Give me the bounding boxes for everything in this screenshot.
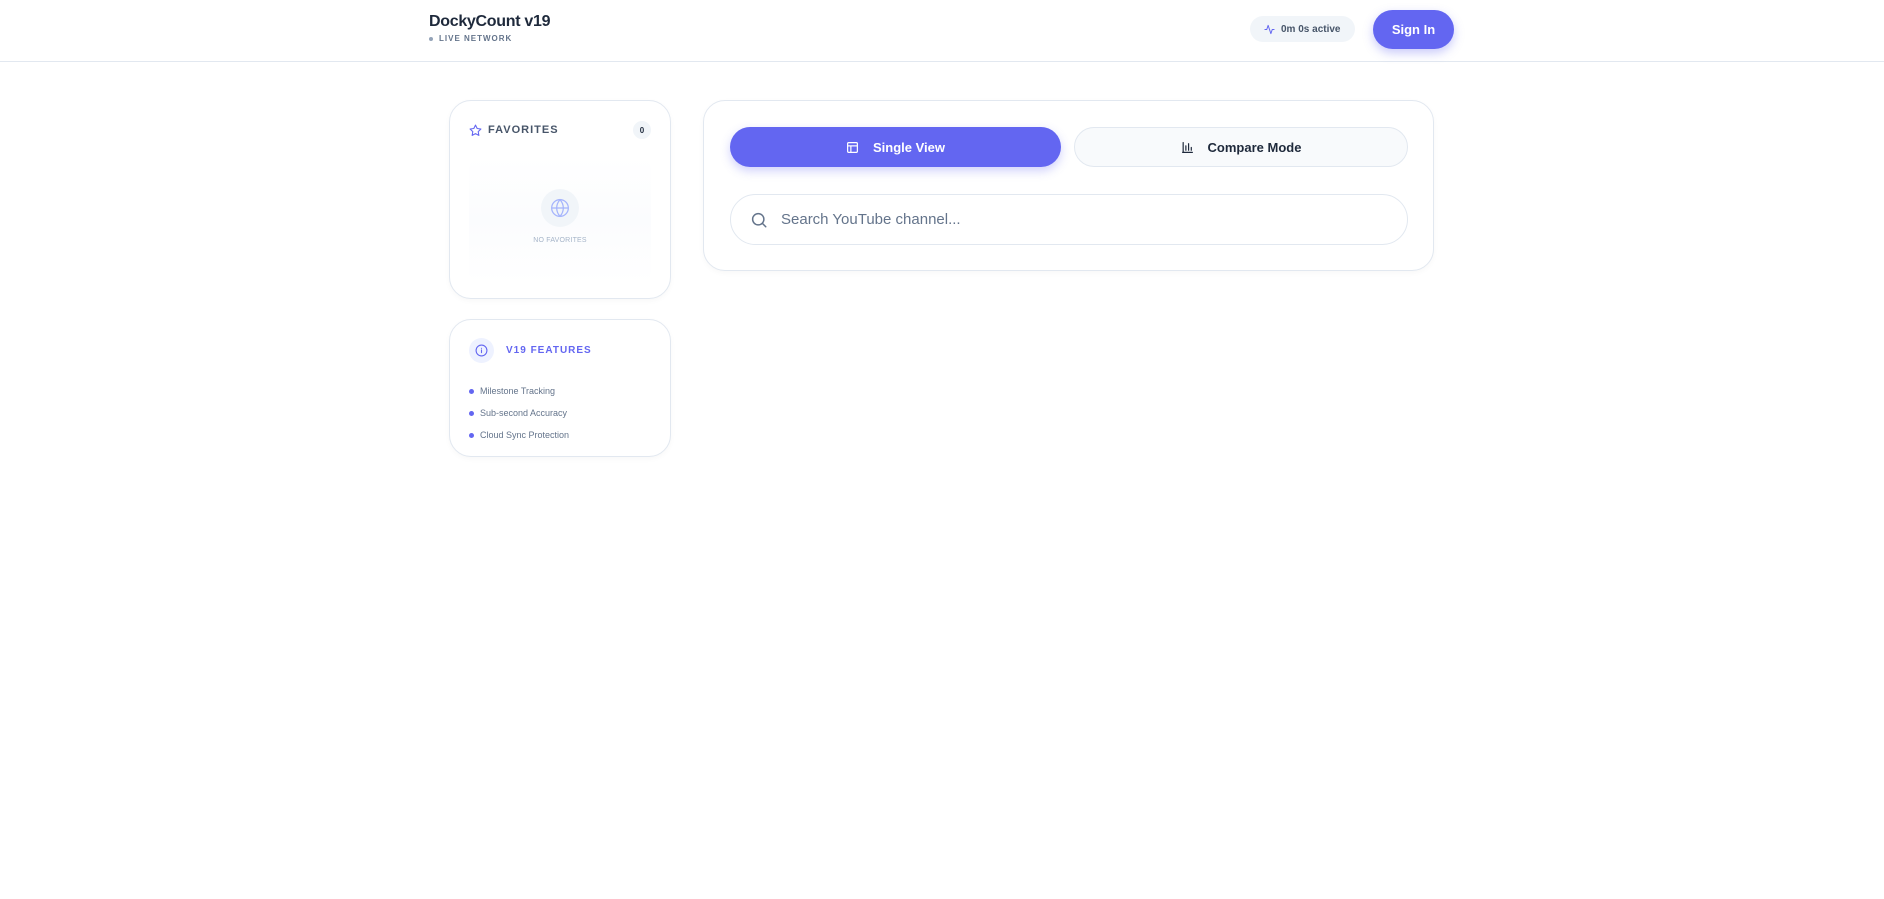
brand-subtitle: LIVE NETWORK [429, 34, 550, 43]
compare-mode-button[interactable]: Compare Mode [1074, 127, 1408, 167]
search-input[interactable] [781, 211, 1381, 228]
feature-item: Sub-second Accuracy [469, 402, 569, 424]
features-header: V19 FEATURES [469, 338, 592, 363]
star-icon [469, 124, 482, 136]
brand-subtitle-label: LIVE NETWORK [439, 34, 513, 43]
globe-icon [551, 198, 569, 218]
feature-item-label: Sub-second Accuracy [480, 408, 568, 418]
features-list: Milestone Tracking Sub-second Accuracy C… [469, 380, 569, 446]
top-header: DockyCount v19 LIVE NETWORK 0m 0s active… [0, 0, 1884, 62]
bullet-icon [469, 410, 474, 416]
brand[interactable]: DockyCount v19 LIVE NETWORK [429, 13, 550, 43]
live-dot-icon [429, 36, 433, 41]
info-icon-wrap [469, 338, 494, 363]
layout-icon [847, 141, 858, 153]
bar-chart-icon [1181, 141, 1193, 153]
info-icon [475, 344, 488, 357]
feature-item: Cloud Sync Protection [469, 424, 569, 446]
compare-mode-label: Compare Mode [1207, 139, 1302, 155]
brand-title: DockyCount v19 [429, 13, 551, 30]
bullet-icon [469, 388, 474, 394]
feature-item-label: Cloud Sync Protection [480, 430, 570, 440]
favorites-title: FAVORITES [488, 124, 559, 136]
feature-item-label: Milestone Tracking [480, 386, 556, 396]
features-title: V19 FEATURES [506, 345, 592, 356]
bullet-icon [469, 432, 474, 438]
no-favorites-text: NO FAVORITES [533, 237, 587, 244]
favorites-card: FAVORITES 0 NO FAVORITES [449, 100, 671, 299]
single-view-label: Single View [872, 139, 945, 155]
activity-timer: 0m 0s active [1250, 16, 1355, 42]
features-card: V19 FEATURES Milestone Tracking Sub-seco… [449, 319, 671, 457]
single-view-button[interactable]: Single View [730, 127, 1061, 167]
favorites-count-badge: 0 [633, 121, 651, 139]
favorites-empty-state: NO FAVORITES [469, 157, 651, 284]
search-icon [751, 212, 767, 227]
search-box[interactable] [730, 194, 1408, 245]
main-panel: Single View Compare Mode [703, 100, 1434, 271]
activity-icon [1264, 24, 1275, 34]
sign-in-button[interactable]: Sign In [1373, 10, 1454, 49]
feature-item: Milestone Tracking [469, 380, 569, 402]
activity-text: 0m 0s active [1281, 23, 1341, 35]
globe-icon-wrap [541, 189, 579, 227]
favorites-header: FAVORITES 0 [469, 121, 651, 139]
